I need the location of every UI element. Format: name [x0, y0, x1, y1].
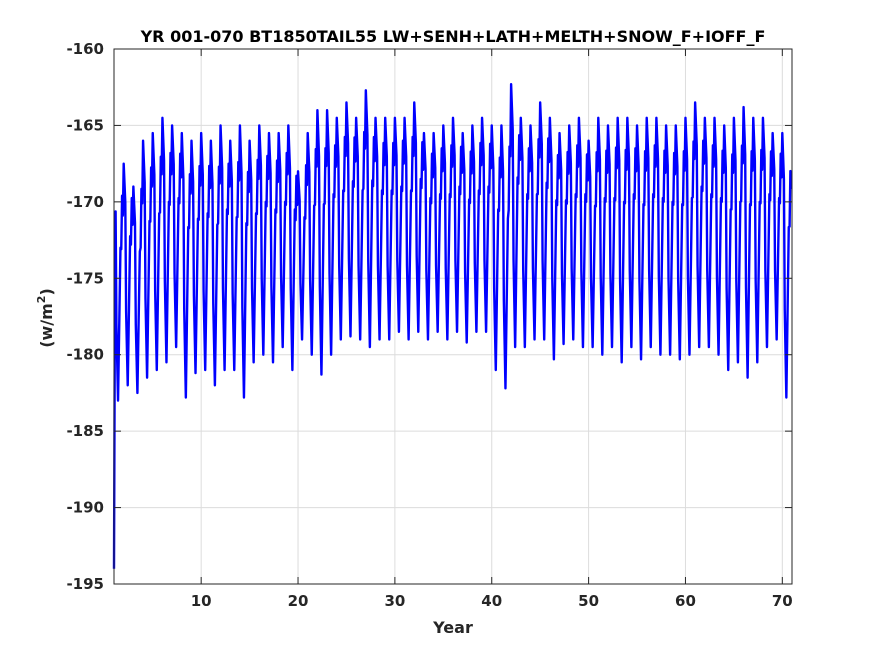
x-tick-label: 40: [481, 592, 502, 610]
y-tick-label: -195: [66, 575, 104, 593]
x-tick-label: 70: [772, 592, 793, 610]
line-chart: 10 20 30 40 50 60 70 -160 -165 -170 -175 -180 -185 -…: [0, 0, 875, 656]
y-axis-label-base: (w/m: [37, 303, 56, 348]
x-tick-label: 20: [288, 592, 309, 610]
y-axis-label-close: ): [37, 288, 56, 295]
y-tick-label: -160: [66, 40, 104, 58]
y-tick-label: -190: [66, 499, 104, 517]
y-tick-label: -185: [66, 422, 104, 440]
chart-title: YR 001-070 BT1850TAIL55 LW+SENH+LATH+MEL…: [140, 27, 766, 46]
x-tick-label: 50: [578, 592, 599, 610]
x-axis-label: Year: [432, 618, 473, 637]
y-tick-label: -175: [66, 269, 104, 287]
x-tick-label: 10: [191, 592, 212, 610]
x-tick-label: 30: [384, 592, 405, 610]
y-tick-label: -180: [66, 346, 104, 364]
x-tick-label: 60: [675, 592, 696, 610]
y-tick-label: -165: [66, 116, 104, 134]
y-axis-label-exponent: 2: [35, 296, 48, 304]
y-tick-label: -170: [66, 193, 104, 211]
